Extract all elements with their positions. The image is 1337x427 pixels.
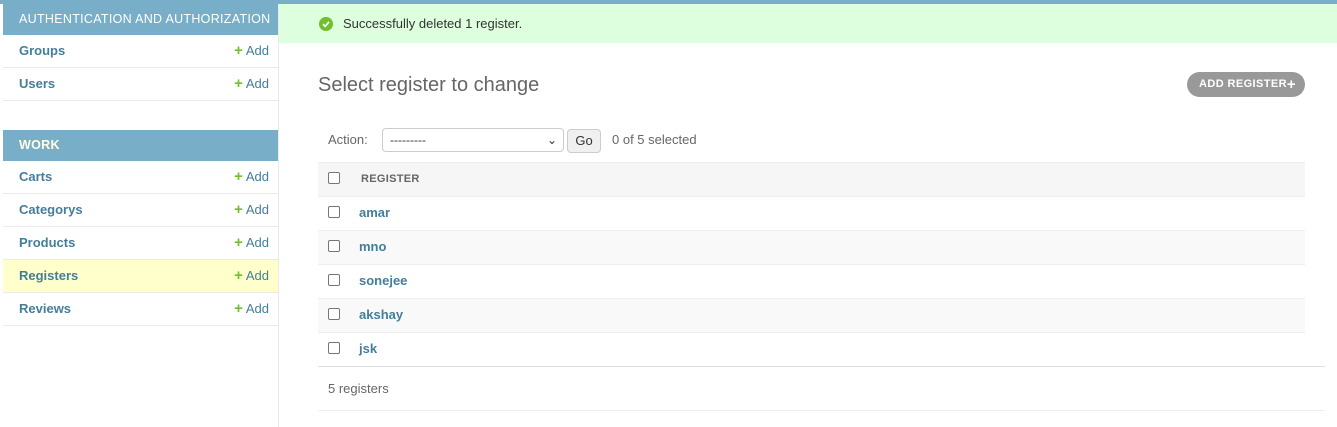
action-select[interactable]: --------- ⌄	[382, 128, 564, 152]
model-link-groups[interactable]: Groups	[19, 35, 65, 67]
chevron-down-icon: ⌄	[546, 133, 557, 147]
sidebar-item-registers[interactable]: Registers + Add	[3, 260, 278, 293]
table-row: sonejee	[318, 265, 1305, 299]
go-button[interactable]: Go	[567, 129, 601, 153]
add-label: Add	[245, 76, 269, 91]
model-link-products[interactable]: Products	[19, 227, 75, 259]
sidebar-item-groups[interactable]: Groups + Add	[3, 35, 278, 68]
page-title: Select register to change	[318, 74, 540, 96]
plus-icon: +	[234, 267, 243, 284]
row-link[interactable]: jsk	[359, 341, 377, 356]
success-message: Successfully deleted 1 register.	[279, 4, 1337, 43]
select-all-checkbox[interactable]	[328, 172, 340, 184]
model-link-carts[interactable]: Carts	[19, 161, 52, 193]
module-caption-auth[interactable]: AUTHENTICATION AND AUTHORIZATION	[3, 4, 278, 35]
sidebar-item-carts[interactable]: Carts + Add	[3, 161, 278, 194]
plus-icon: +	[234, 300, 243, 317]
paginator: 5 registers	[318, 366, 1325, 411]
table-row: akshay	[318, 299, 1305, 333]
row-checkbox[interactable]	[328, 274, 340, 286]
model-link-users[interactable]: Users	[19, 68, 55, 100]
selected-count: 0 of 5 selected	[612, 132, 697, 147]
sidebar-nav: AUTHENTICATION AND AUTHORIZATION Groups …	[3, 4, 279, 427]
plus-icon: +	[1286, 76, 1296, 93]
add-label: Add	[245, 43, 269, 58]
plus-icon: +	[234, 234, 243, 251]
plus-icon: +	[234, 42, 243, 59]
table-row: jsk	[318, 333, 1305, 367]
row-checkbox[interactable]	[328, 240, 340, 252]
row-link[interactable]: mno	[359, 239, 386, 254]
add-label: Add	[245, 235, 269, 250]
add-reviews-link[interactable]: + Add	[234, 293, 269, 325]
add-label: Add	[245, 202, 269, 217]
action-label: Action:	[328, 132, 368, 147]
module-caption-work[interactable]: WORK	[3, 130, 278, 161]
row-link[interactable]: sonejee	[359, 273, 407, 288]
result-count: 5 registers	[328, 381, 389, 396]
model-link-registers[interactable]: Registers	[19, 260, 78, 292]
sidebar-item-products[interactable]: Products + Add	[3, 227, 278, 260]
sidebar-item-users[interactable]: Users + Add	[3, 68, 278, 101]
plus-icon: +	[234, 201, 243, 218]
add-label: Add	[245, 268, 269, 283]
row-checkbox[interactable]	[328, 308, 340, 320]
table-header: REGISTER	[318, 162, 1305, 197]
sidebar-item-reviews[interactable]: Reviews + Add	[3, 293, 278, 326]
sidebar-item-categorys[interactable]: Categorys + Add	[3, 194, 278, 227]
results-table: REGISTER amar mno sonejee akshay jsk	[318, 162, 1305, 367]
add-register-label: ADD REGISTER	[1199, 78, 1287, 90]
add-registers-link[interactable]: + Add	[234, 260, 269, 292]
model-link-reviews[interactable]: Reviews	[19, 293, 71, 325]
plus-icon: +	[234, 75, 243, 92]
action-select-value: ---------	[390, 133, 426, 147]
add-products-link[interactable]: + Add	[234, 227, 269, 259]
model-link-categorys[interactable]: Categorys	[19, 194, 83, 226]
check-circle-icon	[319, 17, 333, 31]
add-categorys-link[interactable]: + Add	[234, 194, 269, 226]
row-link[interactable]: amar	[359, 205, 390, 220]
column-header-register[interactable]: REGISTER	[361, 173, 420, 185]
add-register-button[interactable]: ADD REGISTER +	[1187, 72, 1305, 97]
row-link[interactable]: akshay	[359, 307, 403, 322]
table-row: mno	[318, 231, 1305, 265]
add-users-link[interactable]: + Add	[234, 68, 269, 100]
row-checkbox[interactable]	[328, 342, 340, 354]
add-label: Add	[245, 169, 269, 184]
add-label: Add	[245, 301, 269, 316]
table-row: amar	[318, 197, 1305, 231]
add-groups-link[interactable]: + Add	[234, 35, 269, 67]
row-checkbox[interactable]	[328, 206, 340, 218]
plus-icon: +	[234, 168, 243, 185]
success-message-text: Successfully deleted 1 register.	[343, 16, 523, 31]
add-carts-link[interactable]: + Add	[234, 161, 269, 193]
